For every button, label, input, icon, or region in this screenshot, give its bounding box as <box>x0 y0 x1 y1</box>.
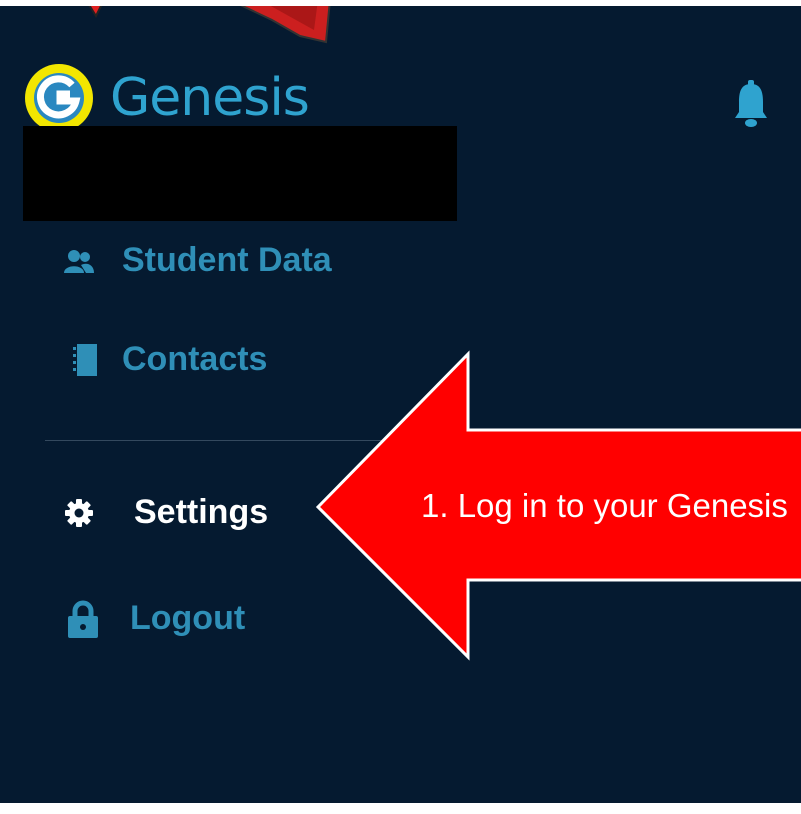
page: Genesis Student Data Contacts Settings L… <box>0 0 801 814</box>
users-icon <box>64 249 94 273</box>
gear-icon <box>64 498 94 527</box>
sidebar-item-label: Logout <box>130 599 246 637</box>
lock-icon <box>66 600 100 638</box>
sidebar-item-label: Settings <box>134 493 269 531</box>
genesis-g-icon <box>25 64 93 132</box>
address-book-icon <box>70 343 100 376</box>
sidebar-item-logout[interactable]: Logout <box>66 599 245 638</box>
sidebar-item-contacts[interactable]: Contacts <box>70 340 267 379</box>
callout-text: 1. Log in to your Genesis <box>421 487 788 524</box>
bell-icon[interactable] <box>733 78 769 128</box>
top-arrow-fragment <box>88 6 331 44</box>
genesis-logo[interactable]: Genesis <box>22 61 310 135</box>
logo-text: Genesis <box>110 68 310 128</box>
sidebar-item-label: Student Data <box>122 241 332 279</box>
sidebar-divider <box>45 440 465 441</box>
sidebar-item-student-data[interactable]: Student Data <box>64 241 332 280</box>
sidebar-panel: Genesis Student Data Contacts Settings L… <box>0 6 801 803</box>
sidebar-item-label: Contacts <box>122 340 268 378</box>
sidebar-item-settings[interactable]: Settings <box>64 493 268 532</box>
redacted-user-info <box>23 126 457 221</box>
